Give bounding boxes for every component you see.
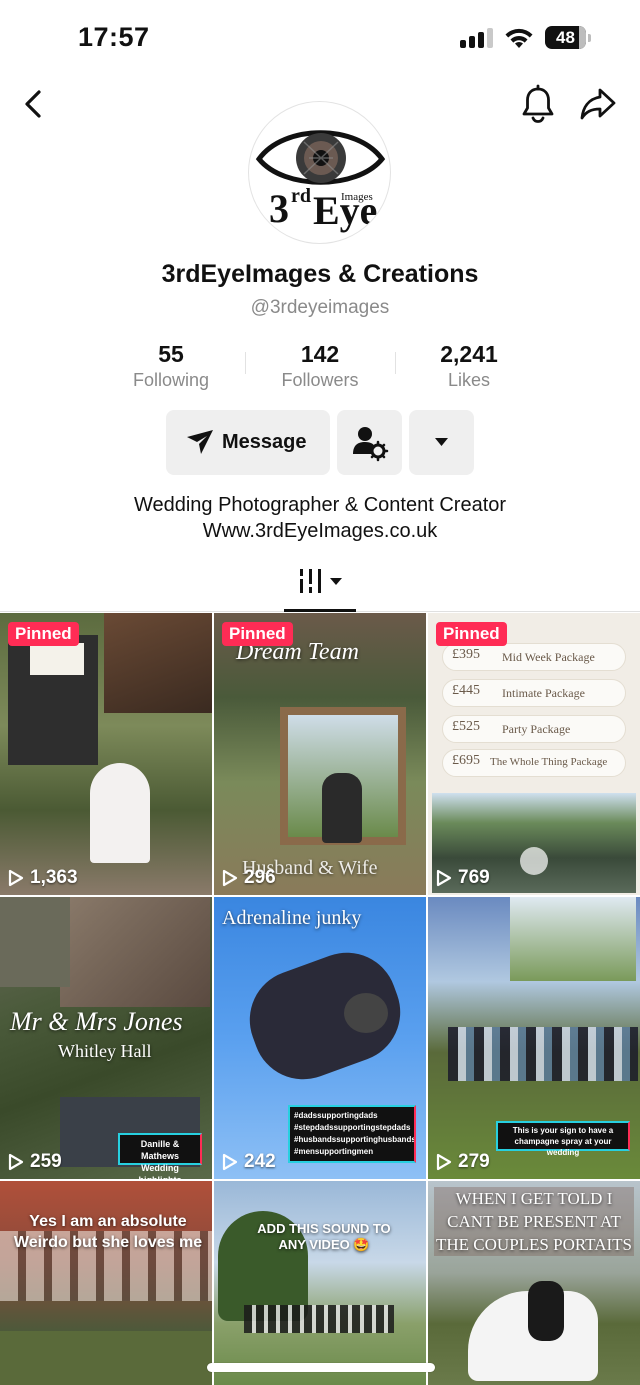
profile-stats: 55 Following 142 Followers 2,241 Likes [0,340,640,392]
active-tab-indicator [284,609,356,612]
view-count: 1,363 [8,867,78,889]
video-caption: WHEN I GET TOLD I CANT BE PRESENT AT THE… [434,1187,634,1256]
profile-actions: Message [0,410,640,476]
video-caption: Mr & Mrs Jones [10,1007,183,1036]
display-name: 3rdEyeImages & Creations [161,260,479,288]
package-name: Party Package [502,722,571,736]
package-name: Intimate Package [502,686,585,700]
person-gear-icon [353,427,389,462]
status-time: 17:57 [78,22,150,52]
pinned-badge: Pinned [222,622,293,646]
view-count: 242 [222,1151,276,1173]
logo-eye-icon: 3 rd Eye Images [255,130,386,233]
video-tile[interactable]: Dream Team Husband & Wife Pinned 296 [214,613,426,895]
view-count: 279 [436,1151,490,1173]
view-count-value: 296 [244,867,276,888]
followers-count: 142 [300,341,340,367]
package-price: £445 [452,683,480,698]
status-bar: 17:57 48 [0,0,640,76]
battery-icon: 48 [545,26,591,49]
battery-level: 48 [556,28,575,47]
following-label: Following [132,370,210,390]
bio-website-link[interactable]: Www.3rdEyeImages.co.uk [0,518,640,544]
grid-bars-icon[interactable] [284,560,356,612]
video-tile[interactable]: WHEN I GET TOLD I CANT BE PRESENT AT THE… [428,1181,640,1385]
content-tab-bar [0,560,640,612]
view-count-value: 259 [30,1151,62,1172]
add-friends-button[interactable] [337,410,402,475]
play-icon [8,869,24,887]
view-count: 296 [222,867,276,889]
likes-count: 2,241 [440,341,498,367]
video-tile[interactable]: Yes I am an absolute Weirdo but she love… [0,1181,212,1385]
view-count: 259 [8,1151,62,1173]
video-caption: ADD THIS SOUND TO ANY VIDEO 🤩 [257,1221,391,1252]
video-tile[interactable]: This is your sign to have a champagne sp… [428,897,640,1179]
more-options-button[interactable] [409,410,474,475]
svg-text:rd: rd [291,185,311,207]
bell-icon[interactable] [519,84,557,124]
stat-followers[interactable]: 142 Followers [245,340,395,392]
username: @3rdeyeimages [250,297,390,318]
likes-label: Likes [447,370,491,390]
view-count-value: 279 [458,1151,490,1172]
video-tile[interactable]: £395 Mid Week Package £445 Intimate Pack… [428,613,640,895]
share-icon[interactable] [578,84,618,124]
video-tag: Danille & Mathews Wedding highlights [118,1133,202,1179]
view-count-value: 1,363 [30,867,78,888]
pinned-badge: Pinned [8,622,79,646]
wifi-icon [505,28,533,48]
video-tag: #dadssupportingdads #stepdadssupportings… [288,1105,416,1163]
message-button[interactable]: Message [166,410,330,475]
following-count: 55 [158,341,184,367]
video-tile[interactable]: Mr & Mrs Jones Whitley Hall Danille & Ma… [0,897,212,1179]
stat-following[interactable]: 55 Following [96,340,246,392]
play-icon [436,869,452,887]
followers-label: Followers [281,370,359,390]
stat-likes[interactable]: 2,241 Likes [394,340,544,392]
view-count: 769 [436,867,490,889]
video-tile[interactable]: ADD THIS SOUND TO ANY VIDEO 🤩 [214,1181,426,1385]
video-tag: This is your sign to have a champagne sp… [496,1121,630,1157]
package-name: Mid Week Package [502,650,595,664]
bio: Wedding Photographer & Content Creator W… [0,492,640,544]
video-tile[interactable]: Adrenaline junky #dadssupportingdads #st… [214,897,426,1179]
view-count-value: 769 [458,867,490,888]
video-caption: Adrenaline junky [222,907,362,929]
package-name: The Whole Thing Package [490,756,608,768]
message-label: Message [222,431,307,453]
video-tile[interactable]: Pinned 1,363 [0,613,212,895]
svg-text:3: 3 [269,186,289,231]
bio-line: Wedding Photographer & Content Creator [133,494,507,516]
back-icon[interactable] [16,86,52,122]
play-icon [8,1153,24,1171]
caret-down-icon [435,438,448,446]
home-indicator[interactable] [207,1363,435,1372]
send-icon [187,430,213,454]
avatar[interactable]: 3 rd Eye Images [248,101,391,244]
play-icon [222,869,238,887]
package-price: £395 [452,647,480,662]
package-price: £695 [452,753,480,768]
cellular-signal-icon [460,28,494,48]
package-price: £525 [452,719,480,734]
svg-text:Images: Images [341,191,373,203]
view-count-value: 242 [244,1151,276,1172]
video-subcaption: Whitley Hall [58,1041,152,1061]
play-icon [222,1153,238,1171]
video-caption: Yes I am an absolute Weirdo but she love… [13,1213,203,1251]
pinned-badge: Pinned [436,622,507,646]
play-icon [436,1153,452,1171]
